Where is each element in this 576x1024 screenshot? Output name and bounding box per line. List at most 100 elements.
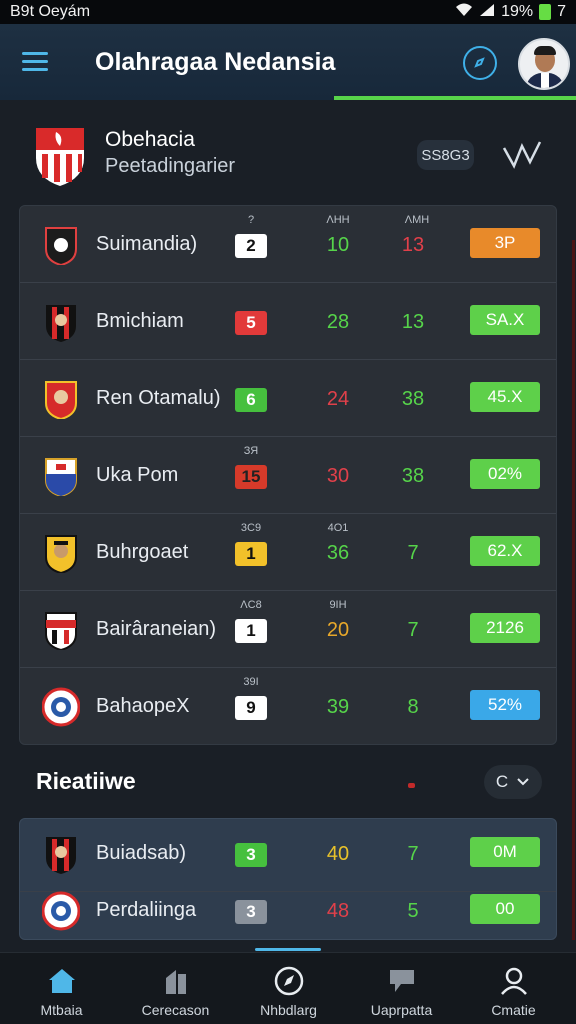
status-indicators: 19% 7 <box>455 3 566 22</box>
table-row[interactable]: Ren Otamalu) 6 24 38 45.X <box>20 360 556 437</box>
status-signal-count: 7 <box>557 3 566 20</box>
position-badge: 5 <box>235 311 267 335</box>
refresh-button[interactable]: C <box>484 765 542 799</box>
team-name-cell: Bmichiam <box>96 310 184 332</box>
stat-value: 38 <box>401 465 425 487</box>
position-badge: 3 <box>235 900 267 924</box>
stat-value: 48 <box>326 900 350 922</box>
refresh-label: C <box>495 772 509 791</box>
team-name-cell: Buiadsab) <box>96 842 187 864</box>
team-header: Obehacia Peetadingarier SS8G3 <box>0 100 576 200</box>
team-crest-icon <box>41 687 81 727</box>
table-row[interactable]: Suimandia) 2? ΛΗΗ ΛΜΗ 10 13 3P <box>20 206 556 283</box>
rating-pill[interactable]: 00 <box>470 894 540 924</box>
signal-icon <box>479 3 495 22</box>
status-bar: B9t Oeyám 19% 7 <box>0 0 576 24</box>
table-row[interactable]: Uka Pom 15 ЗЯ 30 38 02% <box>20 437 556 514</box>
compass-icon[interactable] <box>463 46 497 80</box>
rating-pill[interactable]: 62.X <box>470 536 540 566</box>
position-badge: 15 <box>235 465 267 489</box>
rating-pill[interactable]: SA.X <box>470 305 540 335</box>
stat-value: 28 <box>326 311 350 333</box>
team-name: Obehacia <box>105 128 195 151</box>
team-name-cell: Buhrgoaet <box>96 541 189 563</box>
stat-value: 40 <box>326 843 350 865</box>
position-badge: 6 <box>235 388 267 412</box>
team-name-cell: Bairâraneian) <box>96 618 217 640</box>
team-crest-icon <box>42 379 80 421</box>
team-shield-icon <box>32 124 88 188</box>
home-icon <box>46 965 78 997</box>
team-name-cell: Perdaliinga <box>96 899 197 921</box>
nav-label: Mtbaia <box>40 1002 83 1018</box>
team-crest-icon <box>42 456 80 498</box>
battery-percent: 19% <box>501 3 534 20</box>
stat-value: 13 <box>401 311 425 333</box>
nav-label: Cmatie <box>491 1002 536 1018</box>
stat-value: 38 <box>401 388 425 410</box>
stat-value: 10 <box>326 234 350 256</box>
table-row[interactable]: BahaopeX 9 39Ι 39 8 52% <box>20 668 556 745</box>
stat-value: 7 <box>407 619 419 641</box>
team-crest-icon <box>42 533 80 575</box>
app-bar: Olahragaa Nedansia <box>0 24 576 100</box>
team-name-cell: Ren Otamalu) <box>96 387 221 409</box>
related-card: Buiadsab) 3 40 7 0M Perdaliinga 3 48 5 00 <box>19 818 557 940</box>
stat-value: 13 <box>401 234 425 256</box>
stat-value: 5 <box>407 900 419 922</box>
nav-item-profile[interactable]: Cmatie <box>456 953 571 1024</box>
nav-item-chat[interactable]: Uaprpatta <box>344 953 459 1024</box>
stats-icon[interactable] <box>500 138 544 170</box>
menu-icon[interactable] <box>22 52 48 72</box>
nav-label: Nhbdlarg <box>260 1002 317 1018</box>
table-row[interactable]: Buhrgoaet 1 3C9 4O1 36 7 62.X <box>20 514 556 591</box>
avatar[interactable] <box>518 38 570 90</box>
chevron-down-icon <box>517 778 529 786</box>
season-chip[interactable]: SS8G3 <box>417 140 474 170</box>
stat-mini-label: 39Ι <box>243 676 259 688</box>
rating-pill[interactable]: 02% <box>470 459 540 489</box>
rating-pill[interactable]: 2126 <box>470 613 540 643</box>
nav-item-home[interactable]: Mtbaia <box>4 953 119 1024</box>
team-crest-icon <box>42 302 80 342</box>
nav-item-compass[interactable]: Nhbdlarg <box>231 953 346 1024</box>
table-row[interactable]: Bairâraneian) 1 ΛC8 9ΙΗ 20 7 2126 <box>20 591 556 668</box>
bottom-nav: Mtbaia Cerecason Nhbdlarg Uaprpatta Cmat… <box>0 952 576 1024</box>
compass-icon <box>273 965 305 997</box>
chat-icon <box>386 965 418 997</box>
rating-pill[interactable]: 52% <box>470 690 540 720</box>
stat-mini-label: 9ΙΗ <box>329 599 347 611</box>
position-badge: 1 <box>235 619 267 643</box>
status-time: B9t Oeyám <box>10 3 91 20</box>
nav-label: Uaprpatta <box>370 1002 433 1018</box>
profile-icon <box>498 965 530 997</box>
stat-mini-label: ΛΜΗ <box>404 214 430 226</box>
stat-value: 36 <box>326 542 350 564</box>
team-crest-icon <box>42 610 80 652</box>
stat-value: 8 <box>407 696 419 718</box>
team-name-cell: Suimandia) <box>96 233 198 255</box>
app-title: Olahragaa Nedansia <box>95 48 336 76</box>
stat-mini-label: 3C9 <box>240 522 262 534</box>
stat-value: 20 <box>326 619 350 641</box>
table-row[interactable]: Perdaliinga 3 48 5 00 <box>20 872 556 949</box>
wifi-icon <box>455 3 473 22</box>
stat-mini-label: ΛC8 <box>240 599 262 611</box>
section-marker <box>408 783 415 788</box>
team-crest-icon <box>42 225 80 267</box>
position-badge: 9 <box>235 696 267 720</box>
nav-item-stats[interactable]: Cerecason <box>118 953 233 1024</box>
stat-value: 24 <box>326 388 350 410</box>
stats-bar-icon <box>160 965 192 997</box>
rating-pill[interactable]: 45.X <box>470 382 540 412</box>
standings-card: Suimandia) 2? ΛΗΗ ΛΜΗ 10 13 3P Bmichiam 5 28 13 SA.… <box>19 205 557 745</box>
rating-pill[interactable]: 0M <box>470 837 540 867</box>
team-crest-icon <box>42 834 80 874</box>
table-row[interactable]: Bmichiam 5 28 13 SA.X <box>20 283 556 360</box>
stat-value: 7 <box>407 542 419 564</box>
nav-label: Cerecason <box>141 1002 210 1018</box>
stat-value: 39 <box>326 696 350 718</box>
stat-value: 30 <box>326 465 350 487</box>
rating-pill[interactable]: 3P <box>470 228 540 258</box>
stat-value: 7 <box>407 843 419 865</box>
